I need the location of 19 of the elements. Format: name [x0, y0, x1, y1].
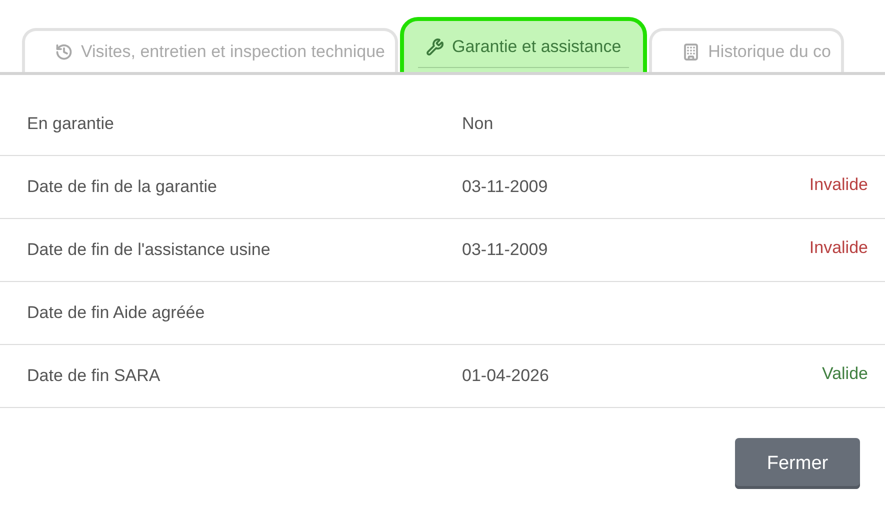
status-text: Invalide	[809, 238, 868, 258]
wrench-icon	[426, 38, 444, 56]
field-value: 03-11-2009	[462, 240, 549, 260]
field-label: Date de fin de la garantie	[27, 177, 218, 197]
field-label: Date de fin Aide agréée	[27, 303, 206, 323]
status-text: Valide	[822, 364, 868, 384]
field-value: 01-04-2026	[462, 366, 550, 386]
tab[interactable]: Garantie et assistance	[404, 21, 644, 72]
history-icon	[55, 42, 73, 60]
close-button[interactable]: Fermer	[735, 438, 860, 489]
status-text: Invalide	[809, 175, 868, 195]
field-label: Date de fin de l'assistance usine	[27, 240, 272, 260]
field-label: Date de fin SARA	[27, 366, 162, 386]
field-value: 03-11-2009	[462, 177, 549, 197]
field-label: En garantie	[27, 114, 115, 134]
tab[interactable]: Visites, entretien et inspection technique	[22, 28, 398, 72]
tab[interactable]: Historique du co	[649, 28, 844, 72]
field-value: Non	[462, 114, 494, 134]
building-icon	[682, 42, 700, 60]
